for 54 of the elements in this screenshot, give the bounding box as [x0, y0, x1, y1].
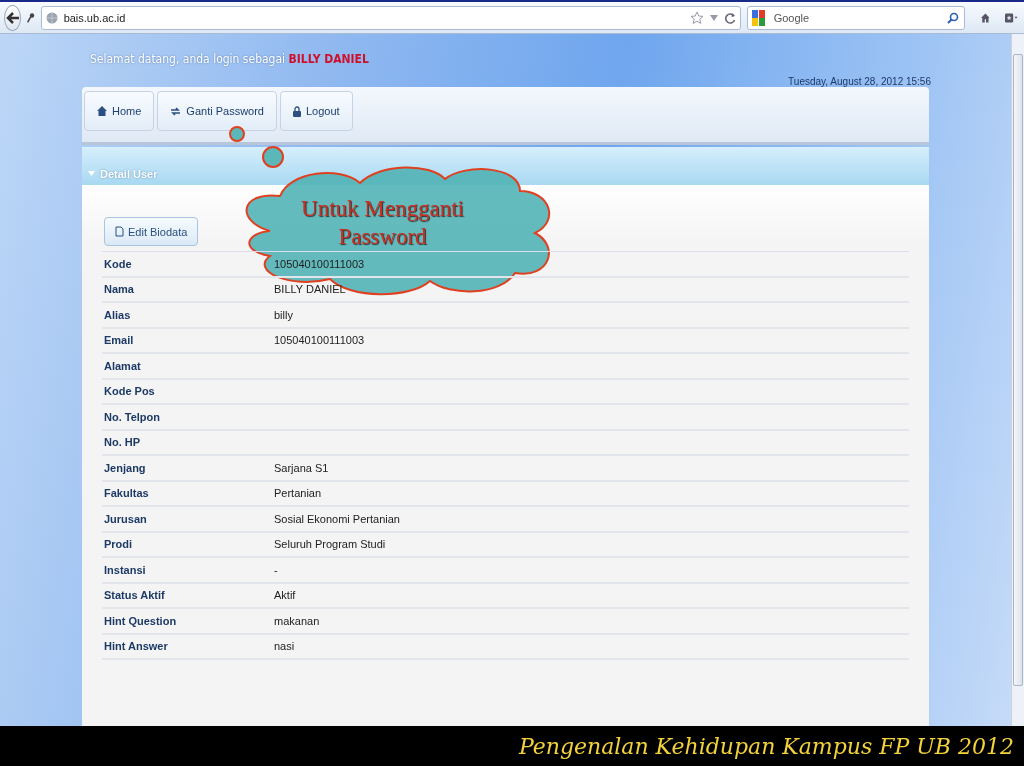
globe-icon	[45, 11, 58, 24]
field-value: Aktif	[274, 589, 297, 602]
scrollbar-thumb[interactable]	[1013, 54, 1023, 686]
field-value: Pertanian	[274, 487, 323, 500]
field-value: Sosial Ekonomi Pertanian	[274, 512, 401, 525]
nav-button[interactable]: Ganti Password	[157, 91, 277, 131]
swap-icon	[170, 106, 182, 116]
field-value: nasi	[274, 640, 296, 653]
field-value: billy	[274, 308, 294, 321]
edit-icon	[115, 226, 124, 237]
google-icon	[751, 9, 766, 26]
field-value: 105040100111003	[274, 334, 366, 347]
field-label: No. HP	[103, 436, 142, 449]
address-bar[interactable]: bais.ub.ac.id	[40, 5, 741, 30]
nav-button[interactable]: Home	[84, 91, 155, 131]
search-icon[interactable]	[946, 11, 959, 24]
welcome-text: Selamat datang, anda login sebagai BILLY DANIEL	[90, 52, 370, 66]
field-label: Kode Pos	[103, 385, 156, 398]
home-icon	[97, 106, 107, 116]
lock-icon	[293, 105, 301, 117]
field-label: Prodi	[103, 538, 134, 551]
url-text: bais.ub.ac.id	[63, 11, 127, 24]
field-value: makanan	[274, 614, 321, 627]
edit-button[interactable]: Edit Biodata	[104, 217, 199, 246]
field-value: BILLY DANIEL	[274, 283, 347, 296]
field-label: Email	[103, 334, 135, 347]
footer-banner-text: Pengenalan Kehidupan Kampus FP UB 2012	[518, 733, 1014, 759]
field-label: Kode	[103, 257, 133, 270]
field-value: Sarjana S1	[274, 461, 330, 474]
field-value: 105040100111003	[274, 257, 366, 270]
star-icon[interactable]	[689, 10, 704, 25]
thought-bubble-drawing	[226, 124, 286, 170]
field-label: Instansi	[103, 563, 147, 576]
callout-text: Untuk Mengganti Password	[300, 195, 465, 251]
field-label: Jurusan	[103, 512, 148, 525]
field-label: Status Aktif	[103, 589, 166, 602]
nav-button[interactable]: Logout	[280, 91, 353, 131]
field-label: Alias	[103, 308, 132, 321]
search-field[interactable]: Google	[746, 5, 965, 30]
dropdown-icon[interactable]	[709, 14, 718, 21]
back-button[interactable]	[4, 4, 22, 31]
reload-icon[interactable]	[723, 11, 736, 24]
field-label: Nama	[103, 283, 135, 296]
date-time: Tuesday, August 28, 2012 15:56	[788, 76, 931, 87]
field-label: Fakultas	[103, 487, 150, 500]
field-label: Jenjang	[103, 461, 147, 474]
field-value: Seluruh Program Studi	[274, 538, 387, 551]
field-label: Hint Answer	[103, 640, 169, 653]
field-label: Hint Question	[103, 614, 178, 627]
field-label: No. Telpon	[103, 410, 161, 423]
field-label: Alamat	[103, 359, 142, 372]
back-arrow-icon	[5, 10, 20, 25]
section-title: Detail User	[100, 168, 158, 180]
field-value: -	[274, 563, 279, 576]
